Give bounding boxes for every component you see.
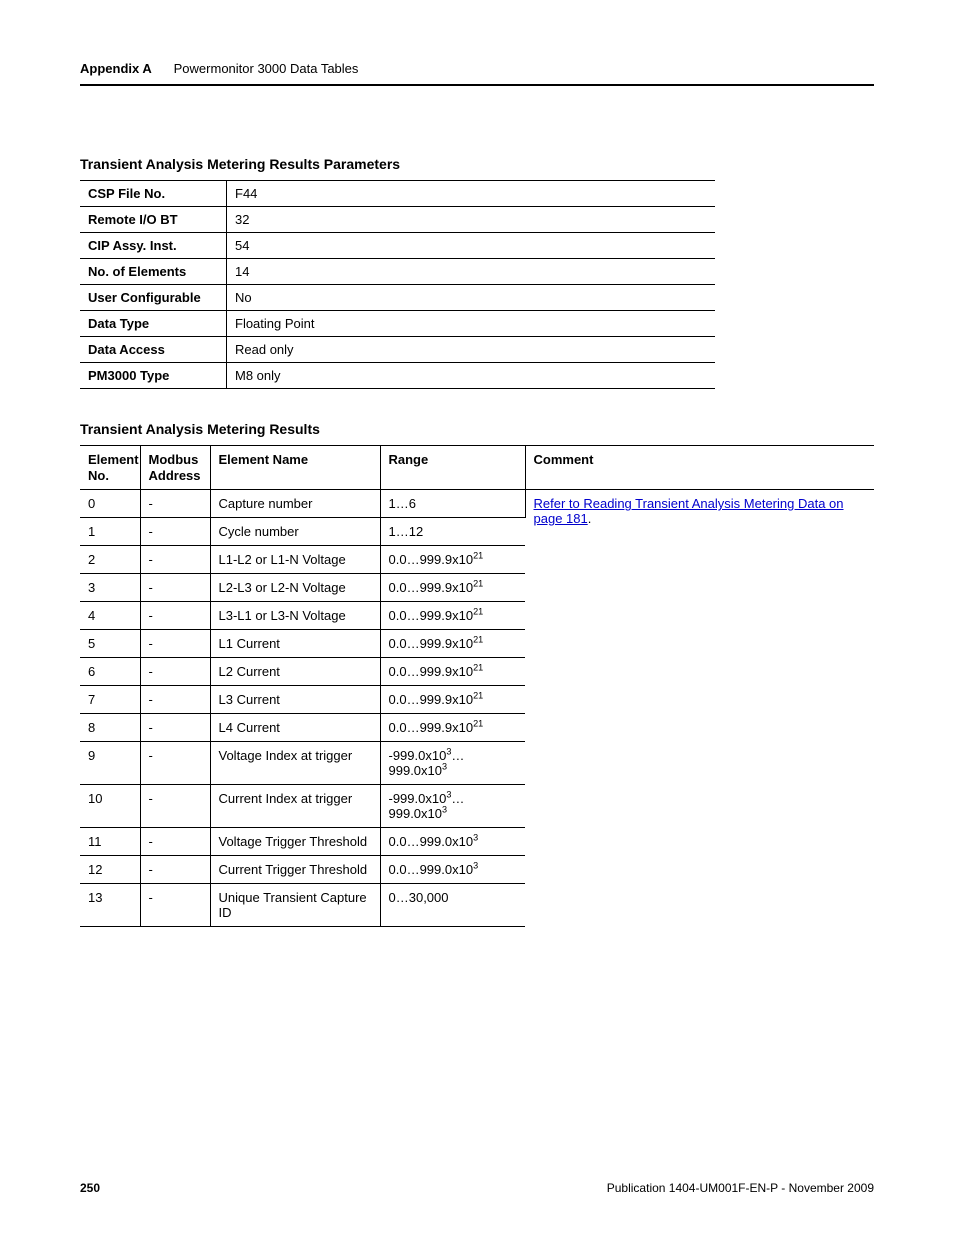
cell-element-no: 10	[80, 785, 140, 828]
cell-element-no: 1	[80, 518, 140, 546]
table-row: Remote I/O BT32	[80, 207, 715, 233]
xref-link[interactable]: Refer to Reading Transient Analysis Mete…	[534, 496, 844, 526]
page-number: 250	[80, 1181, 100, 1195]
cell-element-no: 0	[80, 490, 140, 518]
comment-suffix: .	[588, 511, 592, 526]
param-key: CSP File No.	[80, 181, 227, 207]
cell-element-no: 6	[80, 658, 140, 686]
params-heading: Transient Analysis Metering Results Para…	[80, 156, 874, 172]
cell-modbus: -	[140, 490, 210, 518]
param-value: 32	[227, 207, 716, 233]
cell-element-name: L2 Current	[210, 658, 380, 686]
cell-modbus: -	[140, 658, 210, 686]
cell-element-name: Current Index at trigger	[210, 785, 380, 828]
param-value: F44	[227, 181, 716, 207]
cell-element-name: L1-L2 or L1-N Voltage	[210, 546, 380, 574]
col-header-el: ElementNo.	[80, 446, 140, 490]
cell-element-no: 12	[80, 856, 140, 884]
running-header: Appendix A Powermonitor 3000 Data Tables	[80, 60, 874, 86]
table-row: CIP Assy. Inst.54	[80, 233, 715, 259]
cell-element-name: Unique Transient Capture ID	[210, 884, 380, 927]
cell-element-no: 13	[80, 884, 140, 927]
param-value: No	[227, 285, 716, 311]
cell-modbus: -	[140, 518, 210, 546]
cell-modbus: -	[140, 714, 210, 742]
param-key: User Configurable	[80, 285, 227, 311]
cell-element-name: Voltage Index at trigger	[210, 742, 380, 785]
cell-element-name: Capture number	[210, 490, 380, 518]
cell-range: 0.0…999.0x103	[380, 828, 525, 856]
param-key: PM3000 Type	[80, 363, 227, 389]
table-row: PM3000 TypeM8 only	[80, 363, 715, 389]
col-header-name: Element Name	[210, 446, 380, 490]
results-table: ElementNo.ModbusAddressElement NameRange…	[80, 445, 874, 927]
cell-element-no: 4	[80, 602, 140, 630]
params-table: CSP File No.F44Remote I/O BT32CIP Assy. …	[80, 180, 715, 389]
cell-modbus: -	[140, 828, 210, 856]
cell-range: 0.0…999.0x103	[380, 856, 525, 884]
param-value: Floating Point	[227, 311, 716, 337]
cell-modbus: -	[140, 546, 210, 574]
cell-element-name: L3 Current	[210, 686, 380, 714]
table-row: No. of Elements14	[80, 259, 715, 285]
appendix-label: Appendix A	[80, 61, 152, 76]
cell-modbus: -	[140, 686, 210, 714]
cell-element-no: 9	[80, 742, 140, 785]
param-value: 54	[227, 233, 716, 259]
cell-modbus: -	[140, 785, 210, 828]
table-row: Data TypeFloating Point	[80, 311, 715, 337]
cell-element-no: 8	[80, 714, 140, 742]
param-value: Read only	[227, 337, 716, 363]
table-row: Data AccessRead only	[80, 337, 715, 363]
cell-element-no: 2	[80, 546, 140, 574]
param-value: 14	[227, 259, 716, 285]
cell-element-name: L2-L3 or L2-N Voltage	[210, 574, 380, 602]
cell-element-name: L1 Current	[210, 630, 380, 658]
col-header-mb: ModbusAddress	[140, 446, 210, 490]
cell-element-name: L3-L1 or L3-N Voltage	[210, 602, 380, 630]
cell-range: 0.0…999.9x1021	[380, 546, 525, 574]
cell-range: 0.0…999.9x1021	[380, 630, 525, 658]
cell-range: -999.0x103…999.0x103	[380, 785, 525, 828]
cell-modbus: -	[140, 574, 210, 602]
cell-range: -999.0x103…999.0x103	[380, 742, 525, 785]
cell-range: 0.0…999.9x1021	[380, 686, 525, 714]
cell-modbus: -	[140, 856, 210, 884]
param-key: No. of Elements	[80, 259, 227, 285]
cell-element-name: Cycle number	[210, 518, 380, 546]
cell-element-no: 3	[80, 574, 140, 602]
cell-range: 0.0…999.9x1021	[380, 574, 525, 602]
cell-range: 0.0…999.9x1021	[380, 658, 525, 686]
page-footer: 250 Publication 1404-UM001F-EN-P - Novem…	[80, 1181, 874, 1195]
cell-element-no: 11	[80, 828, 140, 856]
cell-range: 0.0…999.9x1021	[380, 714, 525, 742]
table-row: CSP File No.F44	[80, 181, 715, 207]
cell-element-no: 7	[80, 686, 140, 714]
cell-modbus: -	[140, 602, 210, 630]
cell-modbus: -	[140, 884, 210, 927]
param-value: M8 only	[227, 363, 716, 389]
param-key: Remote I/O BT	[80, 207, 227, 233]
col-header-comment: Comment	[525, 446, 874, 490]
cell-element-name: Current Trigger Threshold	[210, 856, 380, 884]
param-key: Data Type	[80, 311, 227, 337]
cell-modbus: -	[140, 630, 210, 658]
cell-range: 0…30,000	[380, 884, 525, 927]
cell-modbus: -	[140, 742, 210, 785]
header-title: Powermonitor 3000 Data Tables	[174, 61, 359, 76]
table-row: User ConfigurableNo	[80, 285, 715, 311]
cell-element-name: L4 Current	[210, 714, 380, 742]
results-heading: Transient Analysis Metering Results	[80, 421, 874, 437]
table-row: 0-Capture number1…6Refer to Reading Tran…	[80, 490, 874, 518]
cell-element-no: 5	[80, 630, 140, 658]
param-key: Data Access	[80, 337, 227, 363]
cell-comment: Refer to Reading Transient Analysis Mete…	[525, 490, 874, 927]
cell-element-name: Voltage Trigger Threshold	[210, 828, 380, 856]
cell-range: 0.0…999.9x1021	[380, 602, 525, 630]
publication-id: Publication 1404-UM001F-EN-P - November …	[607, 1181, 874, 1195]
cell-range: 1…12	[380, 518, 525, 546]
cell-range: 1…6	[380, 490, 525, 518]
param-key: CIP Assy. Inst.	[80, 233, 227, 259]
col-header-range: Range	[380, 446, 525, 490]
